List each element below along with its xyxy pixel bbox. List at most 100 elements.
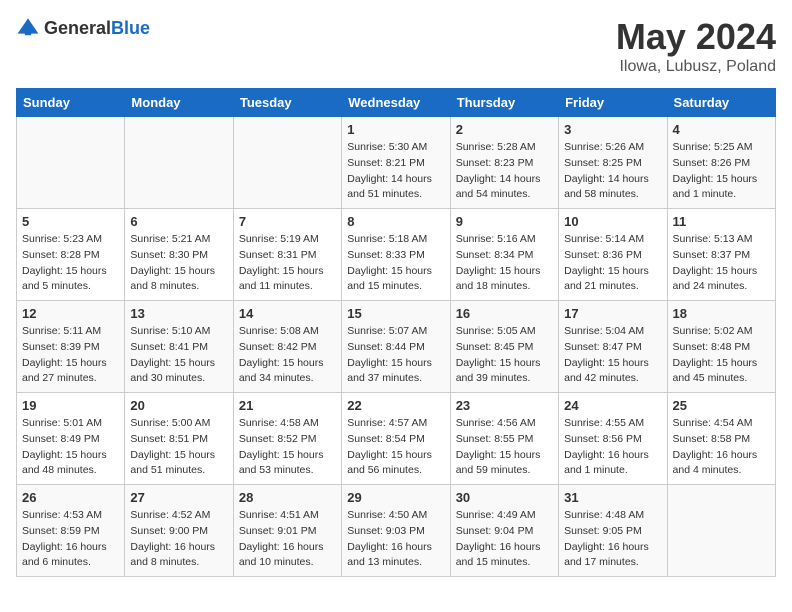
day-info: Sunrise: 5:25 AM Sunset: 8:26 PM Dayligh… bbox=[673, 140, 770, 203]
calendar-cell: 7Sunrise: 5:19 AM Sunset: 8:31 PM Daylig… bbox=[233, 209, 341, 301]
day-number: 23 bbox=[456, 398, 553, 413]
day-number: 8 bbox=[347, 214, 444, 229]
weekday-header-cell: Monday bbox=[125, 89, 233, 117]
day-number: 15 bbox=[347, 306, 444, 321]
weekday-header-cell: Sunday bbox=[17, 89, 125, 117]
calendar-cell: 3 Sunrise: 5:26 AM Sunset: 8:25 PM Daylig… bbox=[559, 117, 667, 209]
day-info: Sunrise: 5:07 AM Sunset: 8:44 PM Dayligh… bbox=[347, 324, 444, 387]
day-number: 7 bbox=[239, 214, 336, 229]
day-info: Sunrise: 5:05 AM Sunset: 8:45 PM Dayligh… bbox=[456, 324, 553, 387]
day-info: Sunrise: 5:00 AM Sunset: 8:51 PM Dayligh… bbox=[130, 416, 227, 479]
calendar-cell: 2 Sunrise: 5:28 AM Sunset: 8:23 PM Daylig… bbox=[450, 117, 558, 209]
day-number: 9 bbox=[456, 214, 553, 229]
calendar-cell bbox=[667, 485, 775, 577]
day-info: Sunrise: 5:14 AM Sunset: 8:36 PM Dayligh… bbox=[564, 232, 661, 295]
day-info: Sunrise: 4:56 AM Sunset: 8:55 PM Dayligh… bbox=[456, 416, 553, 479]
day-info: Sunrise: 4:48 AM Sunset: 9:05 PM Dayligh… bbox=[564, 508, 661, 571]
calendar-week-row: 12 Sunrise: 5:11 AM Sunset: 8:39 PM Dayli… bbox=[17, 301, 776, 393]
day-info: Sunrise: 4:51 AM Sunset: 9:01 PM Dayligh… bbox=[239, 508, 336, 571]
day-number: 2 bbox=[456, 122, 553, 137]
calendar-cell: 28 Sunrise: 4:51 AM Sunset: 9:01 PM Dayli… bbox=[233, 485, 341, 577]
day-info: Sunrise: 5:30 AM Sunset: 8:21 PM Dayligh… bbox=[347, 140, 444, 203]
calendar-cell: 26Sunrise: 4:53 AM Sunset: 8:59 PM Dayli… bbox=[17, 485, 125, 577]
calendar-cell: 15 Sunrise: 5:07 AM Sunset: 8:44 PM Dayli… bbox=[342, 301, 450, 393]
day-info: Sunrise: 4:49 AM Sunset: 9:04 PM Dayligh… bbox=[456, 508, 553, 571]
month-year-title: May 2024 bbox=[616, 16, 776, 58]
day-info: Sunrise: 5:28 AM Sunset: 8:23 PM Dayligh… bbox=[456, 140, 553, 203]
calendar-cell bbox=[17, 117, 125, 209]
calendar-cell: 9 Sunrise: 5:16 AM Sunset: 8:34 PM Daylig… bbox=[450, 209, 558, 301]
calendar-table: SundayMondayTuesdayWednesdayThursdayFrid… bbox=[16, 88, 776, 577]
logo-blue: Blue bbox=[111, 18, 150, 38]
logo-general: General bbox=[44, 18, 111, 38]
weekday-header-cell: Saturday bbox=[667, 89, 775, 117]
day-number: 20 bbox=[130, 398, 227, 413]
calendar-body: 1 Sunrise: 5:30 AM Sunset: 8:21 PM Daylig… bbox=[17, 117, 776, 577]
day-number: 3 bbox=[564, 122, 661, 137]
location-subtitle: Ilowa, Lubusz, Poland bbox=[616, 58, 776, 76]
day-number: 29 bbox=[347, 490, 444, 505]
day-info: Sunrise: 5:18 AM Sunset: 8:33 PM Dayligh… bbox=[347, 232, 444, 295]
calendar-cell: 17 Sunrise: 5:04 AM Sunset: 8:47 PM Dayli… bbox=[559, 301, 667, 393]
day-info: Sunrise: 5:10 AM Sunset: 8:41 PM Dayligh… bbox=[130, 324, 227, 387]
calendar-week-row: 26Sunrise: 4:53 AM Sunset: 8:59 PM Dayli… bbox=[17, 485, 776, 577]
calendar-cell: 31 Sunrise: 4:48 AM Sunset: 9:05 PM Dayli… bbox=[559, 485, 667, 577]
day-number: 4 bbox=[673, 122, 770, 137]
day-number: 24 bbox=[564, 398, 661, 413]
day-number: 30 bbox=[456, 490, 553, 505]
weekday-header-cell: Wednesday bbox=[342, 89, 450, 117]
day-info: Sunrise: 4:57 AM Sunset: 8:54 PM Dayligh… bbox=[347, 416, 444, 479]
calendar-cell: 18 Sunrise: 5:02 AM Sunset: 8:48 PM Dayli… bbox=[667, 301, 775, 393]
calendar-cell: 24 Sunrise: 4:55 AM Sunset: 8:56 PM Dayli… bbox=[559, 393, 667, 485]
weekday-header-cell: Thursday bbox=[450, 89, 558, 117]
weekday-header-row: SundayMondayTuesdayWednesdayThursdayFrid… bbox=[17, 89, 776, 117]
weekday-header-cell: Tuesday bbox=[233, 89, 341, 117]
day-number: 6 bbox=[130, 214, 227, 229]
logo: GeneralBlue bbox=[16, 16, 150, 40]
day-info: Sunrise: 4:50 AM Sunset: 9:03 PM Dayligh… bbox=[347, 508, 444, 571]
day-info: Sunrise: 5:02 AM Sunset: 8:48 PM Dayligh… bbox=[673, 324, 770, 387]
calendar-cell bbox=[233, 117, 341, 209]
day-number: 31 bbox=[564, 490, 661, 505]
calendar-cell: 25Sunrise: 4:54 AM Sunset: 8:58 PM Dayli… bbox=[667, 393, 775, 485]
calendar-cell: 4 Sunrise: 5:25 AM Sunset: 8:26 PM Daylig… bbox=[667, 117, 775, 209]
calendar-cell: 12 Sunrise: 5:11 AM Sunset: 8:39 PM Dayli… bbox=[17, 301, 125, 393]
calendar-cell: 14 Sunrise: 5:08 AM Sunset: 8:42 PM Dayli… bbox=[233, 301, 341, 393]
calendar-cell: 6Sunrise: 5:21 AM Sunset: 8:30 PM Daylig… bbox=[125, 209, 233, 301]
day-number: 17 bbox=[564, 306, 661, 321]
day-number: 21 bbox=[239, 398, 336, 413]
logo-icon bbox=[16, 16, 40, 40]
page-header: GeneralBlue May 2024 Ilowa, Lubusz, Pola… bbox=[16, 16, 776, 76]
calendar-week-row: 19Sunrise: 5:01 AM Sunset: 8:49 PM Dayli… bbox=[17, 393, 776, 485]
calendar-cell bbox=[125, 117, 233, 209]
day-number: 28 bbox=[239, 490, 336, 505]
day-number: 22 bbox=[347, 398, 444, 413]
calendar-week-row: 1 Sunrise: 5:30 AM Sunset: 8:21 PM Daylig… bbox=[17, 117, 776, 209]
day-info: Sunrise: 4:55 AM Sunset: 8:56 PM Dayligh… bbox=[564, 416, 661, 479]
calendar-cell: 21 Sunrise: 4:58 AM Sunset: 8:52 PM Dayli… bbox=[233, 393, 341, 485]
calendar-cell: 10Sunrise: 5:14 AM Sunset: 8:36 PM Dayli… bbox=[559, 209, 667, 301]
day-info: Sunrise: 4:52 AM Sunset: 9:00 PM Dayligh… bbox=[130, 508, 227, 571]
day-number: 16 bbox=[456, 306, 553, 321]
day-info: Sunrise: 4:53 AM Sunset: 8:59 PM Dayligh… bbox=[22, 508, 119, 571]
calendar-cell: 13Sunrise: 5:10 AM Sunset: 8:41 PM Dayli… bbox=[125, 301, 233, 393]
day-info: Sunrise: 5:08 AM Sunset: 8:42 PM Dayligh… bbox=[239, 324, 336, 387]
day-number: 1 bbox=[347, 122, 444, 137]
day-info: Sunrise: 5:26 AM Sunset: 8:25 PM Dayligh… bbox=[564, 140, 661, 203]
day-info: Sunrise: 5:11 AM Sunset: 8:39 PM Dayligh… bbox=[22, 324, 119, 387]
calendar-cell: 30 Sunrise: 4:49 AM Sunset: 9:04 PM Dayli… bbox=[450, 485, 558, 577]
day-number: 18 bbox=[673, 306, 770, 321]
day-info: Sunrise: 5:13 AM Sunset: 8:37 PM Dayligh… bbox=[673, 232, 770, 295]
day-number: 19 bbox=[22, 398, 119, 413]
day-info: Sunrise: 4:58 AM Sunset: 8:52 PM Dayligh… bbox=[239, 416, 336, 479]
calendar-cell: 1 Sunrise: 5:30 AM Sunset: 8:21 PM Daylig… bbox=[342, 117, 450, 209]
calendar-cell: 23 Sunrise: 4:56 AM Sunset: 8:55 PM Dayli… bbox=[450, 393, 558, 485]
day-info: Sunrise: 5:04 AM Sunset: 8:47 PM Dayligh… bbox=[564, 324, 661, 387]
calendar-cell: 29 Sunrise: 4:50 AM Sunset: 9:03 PM Dayli… bbox=[342, 485, 450, 577]
calendar-cell: 20 Sunrise: 5:00 AM Sunset: 8:51 PM Dayli… bbox=[125, 393, 233, 485]
day-info: Sunrise: 5:23 AM Sunset: 8:28 PM Dayligh… bbox=[22, 232, 119, 295]
calendar-cell: 19Sunrise: 5:01 AM Sunset: 8:49 PM Dayli… bbox=[17, 393, 125, 485]
day-number: 14 bbox=[239, 306, 336, 321]
day-number: 12 bbox=[22, 306, 119, 321]
day-info: Sunrise: 5:16 AM Sunset: 8:34 PM Dayligh… bbox=[456, 232, 553, 295]
